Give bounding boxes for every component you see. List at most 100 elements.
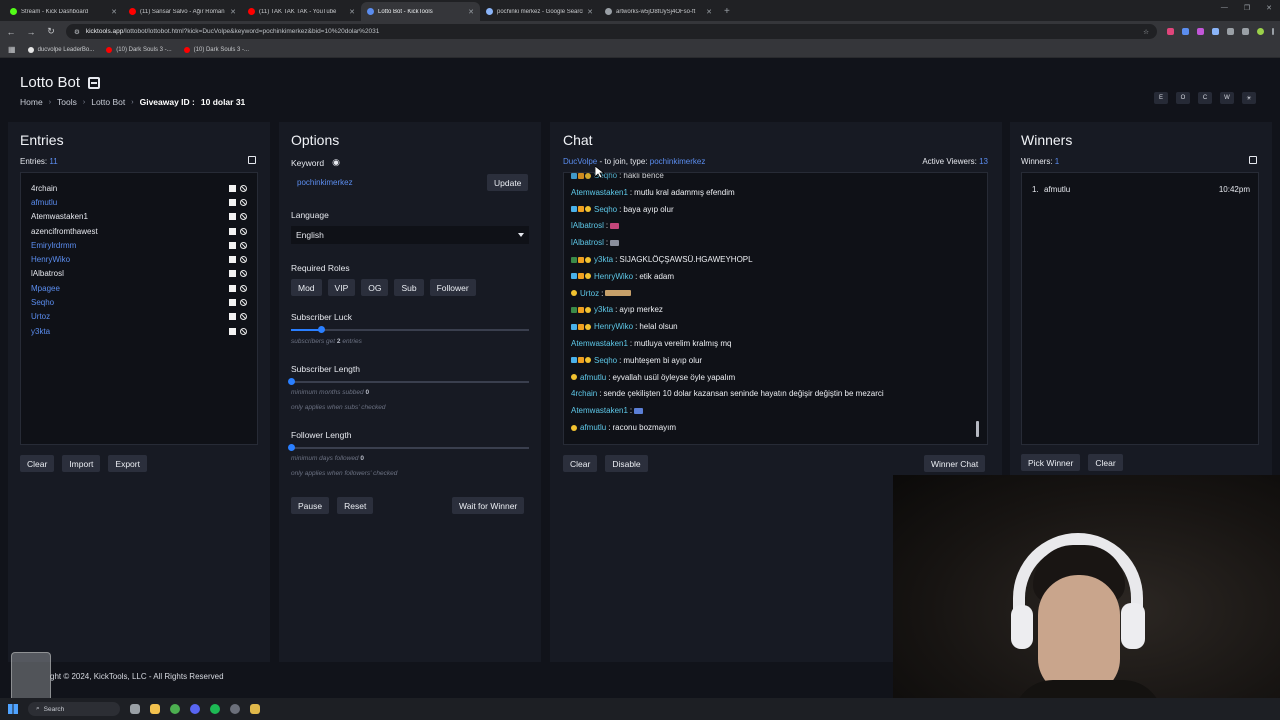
chat-username[interactable]: HenryWiko: [594, 322, 633, 331]
minimize-icon[interactable]: —: [1221, 4, 1228, 12]
ban-icon[interactable]: [240, 227, 247, 235]
chat-username[interactable]: Atemwastaken1: [571, 188, 628, 197]
entry-checkbox[interactable]: [229, 284, 236, 292]
role-og-toggle[interactable]: OG: [361, 279, 389, 296]
ban-icon[interactable]: [240, 327, 247, 335]
chat-username[interactable]: 4rchain: [571, 389, 597, 398]
entry-checkbox[interactable]: [229, 241, 236, 249]
file-explorer-icon[interactable]: [150, 704, 160, 714]
download-icon[interactable]: [1242, 28, 1249, 35]
chat-username[interactable]: lAlbatrosl: [571, 238, 604, 247]
menu-kebab-icon[interactable]: [1272, 28, 1274, 35]
role-vip-toggle[interactable]: VIP: [327, 279, 356, 296]
browser-tab[interactable]: (11) Sansar Salvo - Ağır Roman ✕: [123, 2, 242, 21]
bookmark-item[interactable]: ducvolpe LeaderBo...: [27, 46, 94, 53]
role-follower-toggle[interactable]: Follower: [429, 279, 476, 296]
puzzle-icon[interactable]: [1227, 28, 1234, 35]
update-keyword-button[interactable]: Update: [487, 174, 529, 191]
bookmark-item[interactable]: (10) Dark Souls 3 -...: [106, 46, 172, 53]
close-tab-icon[interactable]: ✕: [111, 8, 117, 16]
channel-link[interactable]: DucVolpe: [563, 157, 597, 166]
extension-icon[interactable]: [1182, 28, 1189, 35]
extension-icon[interactable]: [1167, 28, 1174, 35]
ban-icon[interactable]: [240, 284, 247, 292]
toggle-e-button[interactable]: E: [1154, 92, 1168, 104]
copy-icon[interactable]: [1249, 156, 1257, 164]
chat-username[interactable]: HenryWiko: [594, 272, 633, 281]
breadcrumb-home[interactable]: Home: [20, 97, 43, 107]
bookmark-item[interactable]: (10) Dark Souls 3 -...: [183, 46, 249, 53]
winner-chat-button[interactable]: Winner Chat: [924, 455, 986, 472]
obs-icon[interactable]: [230, 704, 240, 714]
forward-arrow-icon[interactable]: →: [26, 27, 36, 37]
wait-for-winner-button[interactable]: Wait for Winner: [452, 497, 525, 514]
breadcrumb-tools[interactable]: Tools: [57, 97, 77, 107]
entry-checkbox[interactable]: [229, 327, 236, 335]
close-tab-icon[interactable]: ✕: [587, 8, 593, 16]
follower-length-slider[interactable]: [288, 444, 529, 451]
extension-icon[interactable]: [1197, 28, 1204, 35]
avatar[interactable]: [1257, 28, 1264, 35]
copy-icon[interactable]: [248, 156, 256, 164]
task-view-icon[interactable]: [130, 704, 140, 714]
spotify-icon[interactable]: [210, 704, 220, 714]
chat-scrollbar[interactable]: [976, 421, 979, 437]
toggle-o-button[interactable]: O: [1176, 92, 1190, 104]
slider-handle[interactable]: [288, 378, 295, 385]
restore-icon[interactable]: ❐: [1244, 4, 1250, 12]
chat-username[interactable]: Atemwastaken1: [571, 339, 628, 348]
slider-handle[interactable]: [288, 444, 295, 451]
role-mod-toggle[interactable]: Mod: [291, 279, 322, 296]
ban-icon[interactable]: [240, 299, 247, 307]
entry-checkbox[interactable]: [229, 198, 236, 206]
export-button[interactable]: Export: [108, 455, 147, 472]
ban-icon[interactable]: [240, 313, 247, 321]
pick-winner-button[interactable]: Pick Winner: [1021, 454, 1081, 471]
pause-button[interactable]: Pause: [291, 497, 330, 514]
subscriber-length-slider[interactable]: [288, 378, 529, 385]
disable-chat-button[interactable]: Disable: [605, 455, 648, 472]
clear-entries-button[interactable]: Clear: [20, 455, 55, 472]
chat-username[interactable]: afmutlu: [580, 373, 606, 382]
eye-icon[interactable]: ◉: [332, 157, 340, 168]
toggle-w-button[interactable]: W: [1220, 92, 1234, 104]
reload-icon[interactable]: ↻: [46, 26, 56, 37]
entry-checkbox[interactable]: [229, 313, 236, 321]
entry-checkbox[interactable]: [229, 256, 236, 264]
close-tab-icon[interactable]: ✕: [230, 8, 236, 16]
browser-tab[interactable]: artworks-w5jO8tUySj4OFso-ft ✕: [599, 2, 718, 21]
close-tab-icon[interactable]: ✕: [468, 8, 474, 16]
chat-username[interactable]: lAlbatrosl: [571, 221, 604, 230]
clear-chat-button[interactable]: Clear: [563, 455, 598, 472]
browser-tab[interactable]: Stream - Kick Dashboard ✕: [4, 2, 123, 21]
discord-icon[interactable]: [190, 704, 200, 714]
new-tab-icon[interactable]: +: [718, 2, 736, 21]
chat-log[interactable]: Seqho: hakli bence Atemwastaken1: mutlu kra…: [563, 172, 988, 445]
close-tab-icon[interactable]: ✕: [706, 8, 712, 16]
taskbar-search-input[interactable]: ⌕ Search: [28, 702, 120, 716]
clear-winners-button[interactable]: Clear: [1088, 454, 1123, 471]
chat-username[interactable]: Seqho: [594, 205, 617, 214]
entry-checkbox[interactable]: [229, 270, 236, 278]
entry-checkbox[interactable]: [229, 227, 236, 235]
extension-icon[interactable]: [1212, 28, 1219, 35]
ban-icon[interactable]: [240, 198, 247, 206]
ban-icon[interactable]: [240, 184, 247, 192]
subscriber-luck-slider[interactable]: [291, 326, 529, 333]
browser-tab[interactable]: (11) TAK TAK TAK - YouTube ✕: [242, 2, 361, 21]
reset-button[interactable]: Reset: [337, 497, 374, 514]
app-icon[interactable]: [250, 704, 260, 714]
chrome-icon[interactable]: [170, 704, 180, 714]
entry-checkbox[interactable]: [229, 299, 236, 307]
chat-username[interactable]: Seqho: [594, 356, 617, 365]
windows-start-icon[interactable]: [8, 704, 18, 714]
slider-handle[interactable]: [317, 326, 325, 333]
ban-icon[interactable]: [240, 213, 247, 221]
ban-icon[interactable]: [240, 241, 247, 249]
url-input[interactable]: ⚙ kicktools.app/lottobot/lottobot.html?k…: [66, 24, 1157, 39]
chat-username[interactable]: afmutlu: [580, 423, 606, 432]
keyword-input[interactable]: pochinkimerkez: [291, 172, 483, 192]
chat-username[interactable]: y3kta: [594, 255, 613, 264]
toggle-c-button[interactable]: C: [1198, 92, 1212, 104]
bookmark-star-icon[interactable]: ☆: [1143, 28, 1149, 36]
